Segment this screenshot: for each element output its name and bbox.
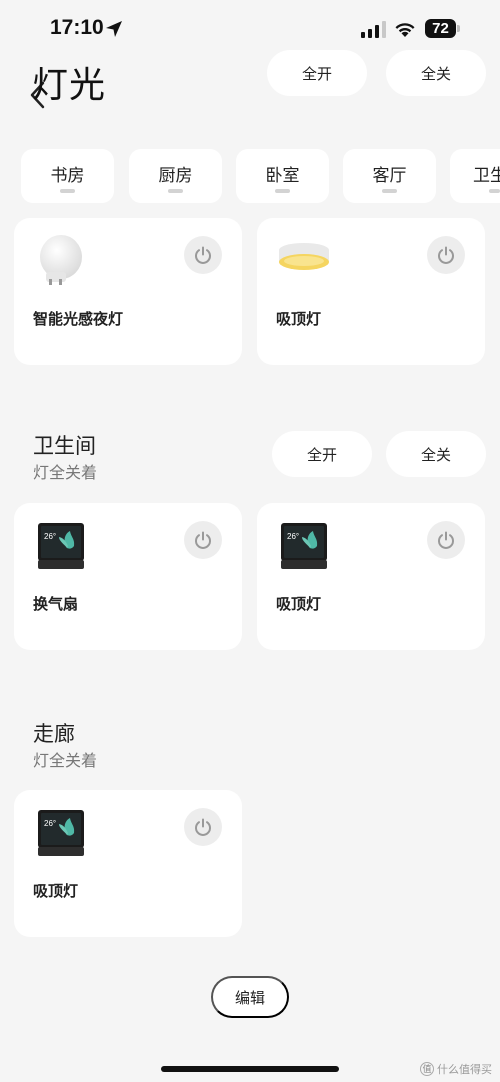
room-tab-indicator (275, 189, 290, 193)
power-button[interactable] (184, 236, 222, 274)
section-status-corridor: 灯全关着 (33, 753, 98, 770)
screen-temperature: 26° (44, 532, 56, 541)
bathroom-all-off-button[interactable]: 全关 (386, 431, 486, 477)
power-button[interactable] (427, 236, 465, 274)
edit-button[interactable]: 编辑 (211, 976, 289, 1018)
watermark-text: 什么值得买 (437, 1064, 492, 1076)
room-tab-bathroom[interactable]: 卫生 (450, 149, 500, 203)
device-name: 换气扇 (33, 596, 79, 613)
watermark: 值 什么值得买 (420, 1061, 492, 1077)
smart-display-icon: 26° (38, 523, 84, 569)
screen-temperature: 26° (287, 532, 299, 541)
device-name: 吸顶灯 (276, 311, 322, 328)
section-status-bathroom: 灯全关着 (33, 465, 98, 482)
power-icon (195, 531, 211, 549)
section-title-bathroom: 卫生间 (33, 435, 96, 458)
room-tab-indicator (168, 189, 183, 193)
room-tab-study[interactable]: 书房 (21, 149, 114, 203)
room-tab-label: 厨房 (158, 166, 193, 185)
status-time: 17:10 (50, 16, 104, 39)
screen-temperature: 26° (44, 819, 56, 828)
section-title-corridor: 走廊 (33, 723, 75, 746)
device-card-ceiling-light[interactable]: 吸顶灯 (257, 218, 485, 365)
page-title: 灯光 (32, 64, 107, 105)
device-name: 吸顶灯 (33, 883, 79, 900)
room-tab-kitchen[interactable]: 厨房 (129, 149, 222, 203)
home-indicator[interactable] (161, 1066, 339, 1072)
room-tab-label: 卧室 (265, 166, 300, 185)
room-tab-indicator (489, 189, 500, 193)
power-button[interactable] (427, 521, 465, 559)
room-tab-indicator (382, 189, 397, 193)
watermark-logo-icon: 值 (420, 1062, 434, 1076)
ceiling-light-icon (279, 243, 329, 270)
battery-indicator: 72 (425, 19, 461, 39)
smart-display-icon: 26° (38, 810, 84, 856)
device-name: 智能光感夜灯 (33, 311, 124, 328)
device-card-night-light[interactable]: 智能光感夜灯 (14, 218, 242, 365)
device-card-bathroom-ceiling-light[interactable]: 26° 吸顶灯 (257, 503, 485, 650)
power-button[interactable] (184, 521, 222, 559)
device-card-corridor-ceiling-light[interactable]: 26° 吸顶灯 (14, 790, 242, 937)
bathroom-all-on-button[interactable]: 全开 (272, 431, 372, 477)
room-tab-label: 客厅 (372, 166, 407, 185)
room-tab-living-room[interactable]: 客厅 (343, 149, 436, 203)
wifi-icon (395, 23, 415, 37)
room-tab-label: 书房 (50, 166, 85, 185)
power-icon (438, 531, 454, 549)
night-light-icon (40, 235, 82, 285)
power-icon (195, 818, 211, 836)
all-off-button[interactable]: 全关 (386, 50, 486, 96)
power-icon (195, 246, 211, 264)
power-button[interactable] (184, 808, 222, 846)
room-tab-indicator (60, 189, 75, 193)
device-name: 吸顶灯 (276, 596, 322, 613)
cellular-signal-icon (361, 21, 386, 38)
room-tab-label: 卫生 (473, 166, 500, 185)
battery-level: 72 (432, 20, 449, 37)
power-icon (438, 246, 454, 264)
all-on-button[interactable]: 全开 (267, 50, 367, 96)
location-arrow-icon (106, 21, 122, 37)
room-tab-bedroom[interactable]: 卧室 (236, 149, 329, 203)
smart-display-icon: 26° (281, 523, 327, 569)
device-card-exhaust-fan[interactable]: 26° 换气扇 (14, 503, 242, 650)
